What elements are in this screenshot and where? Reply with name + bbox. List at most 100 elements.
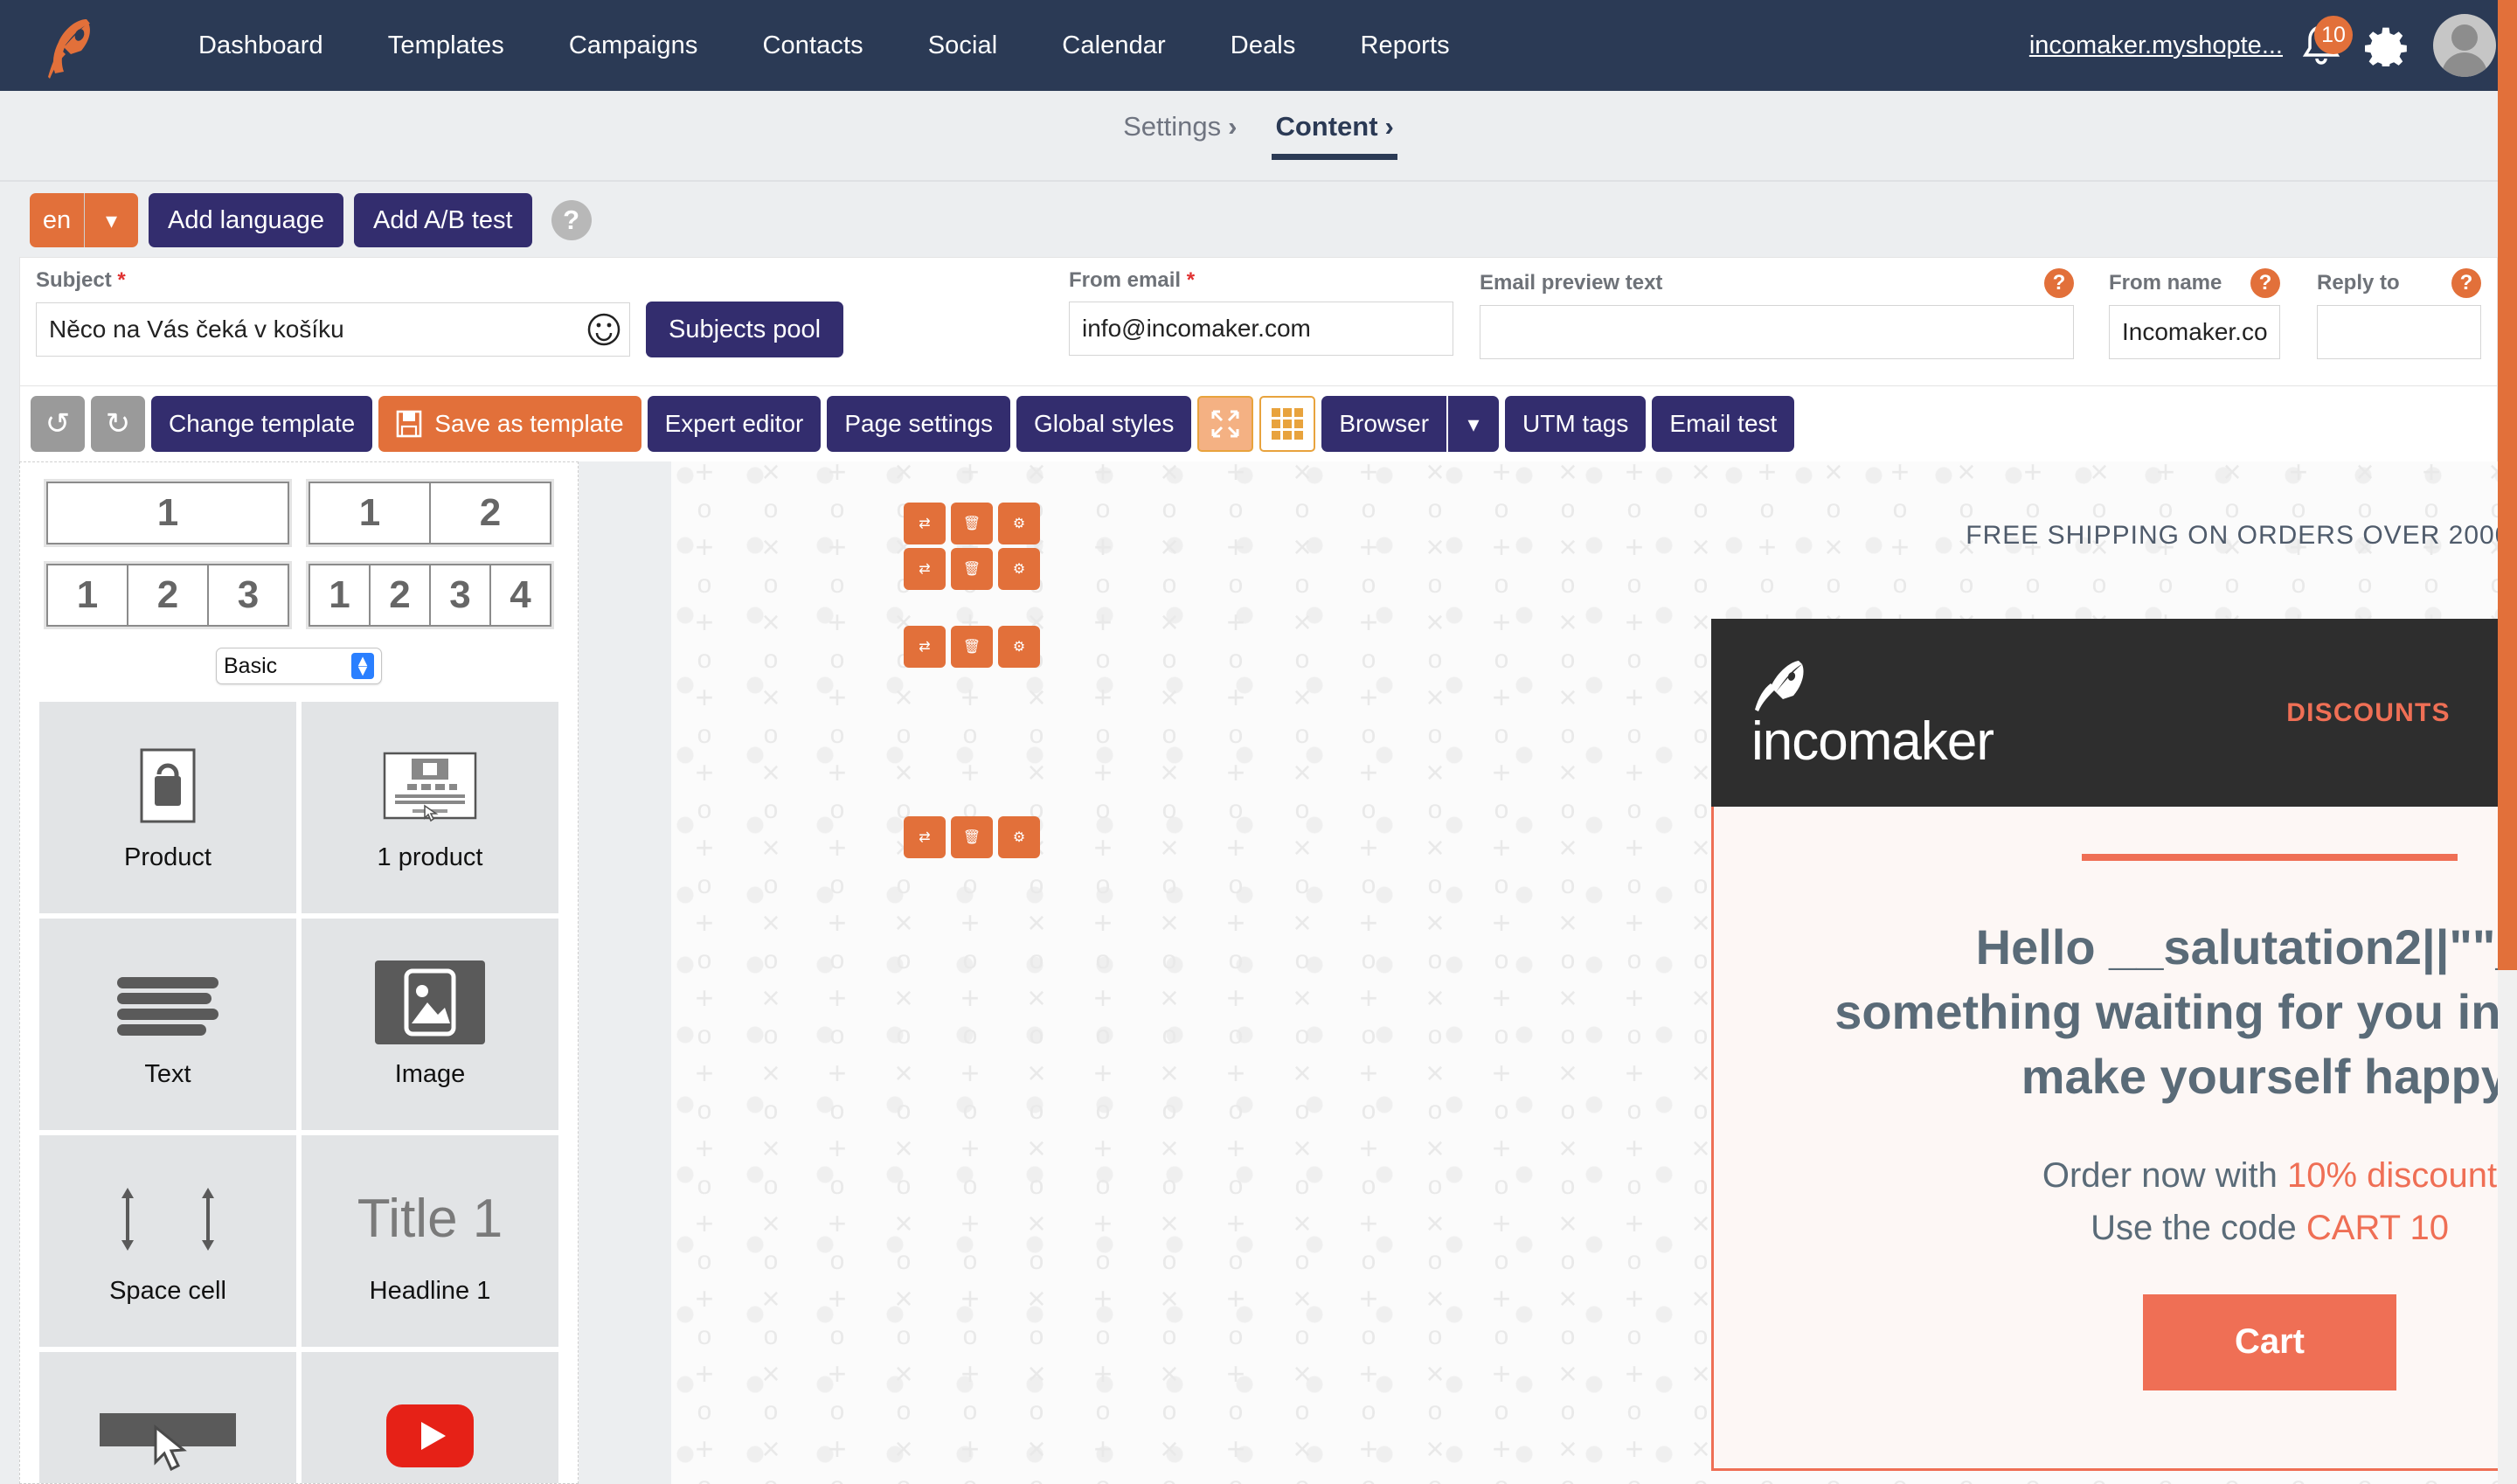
nav-item-social[interactable]: Social [896, 31, 1030, 60]
question-mark-icon[interactable]: ? [2451, 268, 2481, 298]
content-blocks-grid: Product 1 product Text Image Space cell … [20, 684, 578, 1483]
tab-settings[interactable]: Settings › [1104, 111, 1256, 160]
move-arrows-icon[interactable]: ⇄ [904, 816, 946, 858]
nav-item-templates[interactable]: Templates [356, 31, 537, 60]
from-name-field-group: From name ? [2109, 268, 2280, 359]
from-email-input[interactable] [1069, 302, 1453, 356]
redo-icon[interactable]: ↻ [91, 396, 145, 452]
move-arrows-icon[interactable]: ⇄ [904, 503, 946, 544]
layout-cell: 2 [371, 565, 431, 625]
from-name-input[interactable] [2109, 305, 2280, 359]
nav-item-reports[interactable]: Reports [1328, 31, 1481, 60]
block-text[interactable]: Text [39, 919, 296, 1130]
grid-icon[interactable] [1259, 396, 1316, 452]
layout-cell: 3 [431, 565, 491, 625]
block-product-label: Product [124, 843, 211, 871]
subject-input[interactable] [36, 302, 630, 357]
email-preview[interactable]: FREE SHIPPING ON ORDERS OVER 2000 CZK in… [1711, 521, 2498, 1484]
layout-3-columns[interactable]: 1 2 3 [44, 561, 292, 629]
change-template-button[interactable]: Change template [151, 396, 373, 452]
trash-icon[interactable]: 🗑 [951, 503, 993, 544]
gear-icon[interactable]: ⚙ [998, 503, 1040, 544]
top-navigation-bar: Dashboard Templates Campaigns Contacts S… [0, 0, 2517, 91]
expert-editor-button[interactable]: Expert editor [647, 396, 822, 452]
move-arrows-icon[interactable]: ⇄ [904, 626, 946, 668]
smiley-icon[interactable] [586, 312, 621, 347]
tab-content[interactable]: Content › [1256, 111, 1412, 160]
move-arrows-icon[interactable]: ⇄ [904, 548, 946, 590]
chevron-right-icon: › [1384, 111, 1394, 142]
cart-button[interactable]: Cart [2143, 1293, 2396, 1390]
nav-item-dashboard[interactable]: Dashboard [166, 31, 356, 60]
block-toolbar-settings-col: ⚙ ⚙ [998, 503, 1040, 590]
add-language-button[interactable]: Add language [149, 193, 343, 247]
nav-item-calendar[interactable]: Calendar [1030, 31, 1198, 60]
subject-field-group: Subject * Subjects pool [36, 268, 844, 357]
trash-icon[interactable]: 🗑 [951, 626, 993, 668]
undo-icon[interactable]: ↺ [31, 396, 85, 452]
page-scrollbar-track[interactable] [2498, 0, 2517, 1484]
email-nav-news[interactable]: NEWS [2486, 698, 2498, 728]
email-headline[interactable]: Hello __salutation2||""__, something wai… [1766, 915, 2498, 1109]
trash-icon[interactable]: 🗑 [951, 816, 993, 858]
block-one-product[interactable]: 1 product [302, 702, 558, 913]
question-mark-icon[interactable]: ? [551, 200, 592, 240]
layout-4-columns[interactable]: 1 2 3 4 [306, 561, 554, 629]
nav-item-deals[interactable]: Deals [1198, 31, 1328, 60]
app-logo[interactable] [0, 12, 140, 79]
email-divider [2082, 854, 2458, 861]
question-mark-icon[interactable]: ? [2250, 268, 2280, 298]
layout-1-column[interactable]: 1 [44, 479, 292, 547]
notification-badge: 10 [2314, 16, 2353, 54]
global-styles-button[interactable]: Global styles [1016, 396, 1192, 452]
language-selector[interactable]: en ▾ [30, 193, 138, 247]
subject-label-text: Subject [36, 268, 112, 292]
rocket-logo-icon [48, 19, 90, 79]
one-product-card-icon [383, 744, 477, 828]
breadcrumb-tabs: Settings › Content › [0, 91, 2517, 182]
block-category-select[interactable]: Basic ▲ ▼ [216, 648, 382, 684]
page-scrollbar-thumb[interactable] [2498, 0, 2517, 970]
user-avatar[interactable] [2433, 14, 2496, 77]
chevron-down-icon[interactable]: ▾ [84, 193, 138, 247]
utm-tags-button[interactable]: UTM tags [1505, 396, 1647, 452]
page-settings-button[interactable]: Page settings [827, 396, 1011, 452]
gear-icon[interactable]: ⚙ [998, 626, 1040, 668]
email-body[interactable]: Hello __salutation2||""__, something wai… [1711, 807, 2498, 1471]
chevron-down-icon[interactable]: ▾ [1448, 396, 1500, 452]
block-image[interactable]: Image [302, 919, 558, 1130]
preview-text-input[interactable] [1480, 305, 2074, 359]
expand-arrows-icon[interactable] [1197, 396, 1254, 452]
block-headline-1[interactable]: Title 1 Headline 1 [302, 1135, 558, 1347]
nav-item-contacts[interactable]: Contacts [730, 31, 895, 60]
gear-icon[interactable]: ⚙ [998, 548, 1040, 590]
add-ab-test-button[interactable]: Add A/B test [354, 193, 532, 247]
email-logo: incomaker [1751, 657, 1994, 769]
trash-icon[interactable]: 🗑 [951, 548, 993, 590]
email-subtext[interactable]: Order now with 10% discount Use the code… [1766, 1149, 2498, 1254]
layout-cell: 1 [48, 565, 128, 625]
preview-text-field-group: Email preview text ? [1480, 268, 2074, 359]
reply-to-input[interactable] [2317, 305, 2481, 359]
settings-button[interactable] [2353, 14, 2419, 77]
block-product[interactable]: Product [39, 702, 296, 913]
email-editor-canvas[interactable]: +×+×+×+×+×+×+×+×+×+×+×+×+×+×+ooooooooooo… [671, 461, 2498, 1484]
from-name-label: From name [2109, 271, 2222, 295]
layout-2-columns[interactable]: 1 2 [306, 479, 554, 547]
nav-item-campaigns[interactable]: Campaigns [537, 31, 731, 60]
browser-button[interactable]: Browser [1321, 396, 1447, 452]
subjects-pool-button[interactable]: Subjects pool [646, 302, 844, 357]
email-test-button[interactable]: Email test [1652, 396, 1795, 452]
account-link[interactable]: incomaker.myshopte... [2029, 31, 2283, 60]
block-button[interactable]: Button [39, 1352, 296, 1483]
blocks-sidebar: 1 1 2 1 2 3 1 2 3 4 Basic ▲ ▼ Product 1 … [19, 461, 579, 1484]
gear-icon[interactable]: ⚙ [998, 816, 1040, 858]
expand-arrows-glyph [1211, 410, 1239, 438]
email-nav-discounts[interactable]: DISCOUNTS [2251, 698, 2485, 728]
save-as-template-button[interactable]: Save as template [378, 396, 641, 452]
vertical-arrows-icon [112, 1177, 224, 1261]
block-space-cell[interactable]: Space cell [39, 1135, 296, 1347]
block-video[interactable]: Video [302, 1352, 558, 1483]
notifications-button[interactable]: 10 [2290, 14, 2353, 77]
question-mark-icon[interactable]: ? [2044, 268, 2074, 298]
